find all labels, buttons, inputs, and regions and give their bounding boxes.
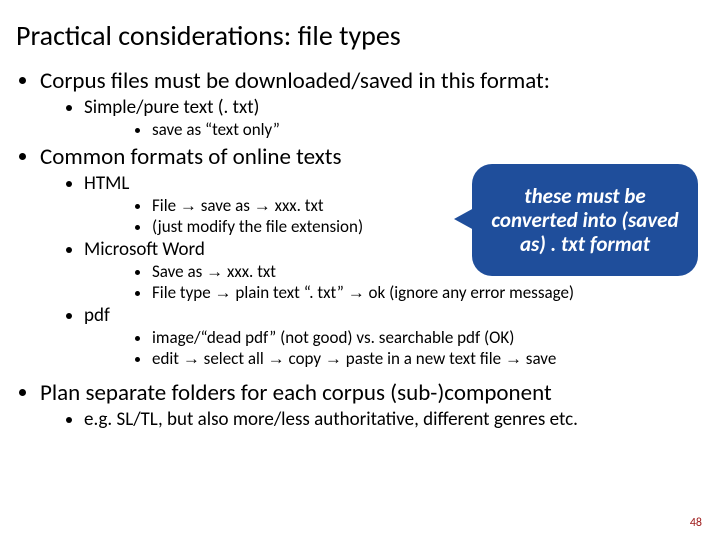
bullet-l1: Simple/pure text (. txt) save as “text o… — [84, 96, 700, 140]
bullet-text: Plan separate folders for each corpus (s… — [40, 379, 552, 407]
bullet-text: (just modify the file extension) — [152, 216, 363, 237]
bullet-text: e.g. SL/TL, but also more/less authorita… — [84, 408, 578, 431]
bullet-text: plain text “. txt” — [232, 282, 348, 303]
bullet-l2: edit → select all → copy → paste in a ne… — [152, 348, 700, 369]
bullet-l0: Corpus files must be downloaded/saved in… — [40, 67, 700, 140]
bullet-text: xxx. txt — [271, 195, 324, 216]
arrow-icon: → — [348, 283, 365, 302]
bullet-text: Corpus files must be downloaded/saved in… — [40, 67, 550, 95]
bullet-text: edit — [152, 348, 183, 369]
bullet-text: save as — [197, 195, 254, 216]
bullet-text: pdf — [84, 304, 110, 327]
arrow-icon: → — [206, 262, 223, 281]
slide-title: Practical considerations: file types — [16, 18, 700, 53]
bullet-text: save as “text only” — [152, 119, 280, 140]
bullet-text: Save as — [152, 261, 206, 282]
arrow-icon: → — [325, 349, 342, 368]
bullet-l1: e.g. SL/TL, but also more/less authorita… — [84, 408, 700, 431]
arrow-icon: → — [183, 349, 200, 368]
bullet-text: save — [522, 348, 556, 369]
bullet-l2: File type → plain text “. txt” → ok (ign… — [152, 282, 700, 303]
arrow-icon: → — [505, 349, 522, 368]
callout-text: these must be converted into (saved as) … — [482, 184, 688, 256]
bullet-text: Microsoft Word — [84, 238, 205, 261]
arrow-icon: → — [180, 196, 197, 215]
bullet-text: File — [152, 195, 180, 216]
bullet-text: image/“dead pdf” (not good) vs. searchab… — [152, 327, 514, 348]
bullet-l2: save as “text only” — [152, 119, 700, 140]
bullet-l2: image/“dead pdf” (not good) vs. searchab… — [152, 327, 700, 348]
bullet-text: paste in a new text file — [342, 348, 505, 369]
bullet-text: HTML — [84, 172, 129, 195]
arrow-icon: → — [254, 196, 271, 215]
bullet-text: xxx. txt — [223, 261, 276, 282]
callout-tail-icon — [454, 208, 474, 230]
callout-body: these must be converted into (saved as) … — [472, 164, 698, 276]
page-number: 48 — [690, 516, 702, 530]
bullet-text: File type — [152, 282, 215, 303]
bullet-l0: Plan separate folders for each corpus (s… — [40, 379, 700, 431]
bullet-text: select all — [200, 348, 268, 369]
bullet-l1: pdf image/“dead pdf” (not good) vs. sear… — [84, 304, 700, 369]
arrow-icon: → — [268, 349, 285, 368]
bullet-text: ok (ignore any error message) — [365, 282, 574, 303]
arrow-icon: → — [215, 283, 232, 302]
callout: these must be converted into (saved as) … — [472, 164, 698, 276]
bullet-text: copy — [285, 348, 325, 369]
bullet-text: Common formats of online texts — [40, 143, 341, 171]
bullet-text: Simple/pure text (. txt) — [84, 96, 259, 119]
